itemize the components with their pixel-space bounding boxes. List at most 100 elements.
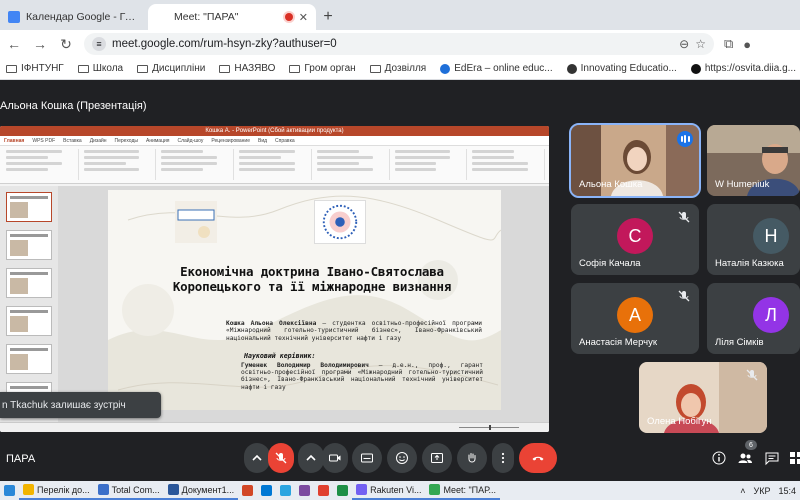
bookmark-item[interactable]: ІФНТУНГ	[6, 63, 64, 74]
participant-tile[interactable]: Альона Кошка	[569, 123, 701, 198]
participant-avatar: А	[617, 297, 653, 333]
ppt-ribbon-tab[interactable]: Рецензирование	[211, 138, 250, 144]
mic-off-icon	[678, 211, 690, 223]
ppt-ribbon-tab[interactable]: Переходы	[115, 138, 138, 144]
taskbar-app[interactable]: Total Com...	[93, 481, 164, 500]
mic-off-icon	[746, 369, 758, 381]
bookmark-item[interactable]: Дисципліни	[137, 63, 205, 74]
captions-icon	[361, 453, 373, 463]
taskbar-pinned-app[interactable]	[333, 481, 352, 500]
audio-options-button[interactable]	[244, 443, 270, 473]
taskbar-app-label: Rakuten Vi...	[370, 484, 422, 495]
clock[interactable]: 15:4	[778, 486, 796, 496]
ppt-ribbon-tab[interactable]: Справка	[275, 138, 295, 144]
reload-icon[interactable]: ↻	[58, 36, 74, 53]
ppt-ribbon-tab[interactable]: Дизайн	[90, 138, 107, 144]
ppt-ribbon-tab[interactable]: Вид	[258, 138, 267, 144]
slide-thumbnail[interactable]	[6, 344, 52, 374]
participant-tile[interactable]: С Софія Качала	[571, 204, 699, 275]
recording-indicator-icon	[284, 13, 293, 21]
bookmark-item[interactable]: НАЗЯВО	[219, 63, 275, 74]
bookmark-label: https://osvita.diia.g...	[704, 63, 796, 74]
taskbar-app[interactable]: Rakuten Vi...	[352, 481, 426, 500]
taskbar-pinned-app[interactable]	[276, 481, 295, 500]
site-info-icon[interactable]: ≡	[92, 37, 106, 51]
activities-icon[interactable]	[788, 450, 800, 466]
participant-tile[interactable]: Л Ліля Сімків	[707, 283, 800, 354]
ppt-body: Економічна доктрина Івано-Святослава Кор…	[0, 186, 549, 422]
folder-icon	[219, 64, 231, 73]
taskbar-app[interactable]: Перелік до...	[19, 481, 94, 500]
leave-call-button[interactable]	[519, 443, 557, 473]
new-tab-button[interactable]: +	[316, 4, 340, 30]
tourism-business-logo	[175, 201, 217, 243]
camera-icon	[329, 454, 341, 462]
shared-screen-presentation: Кошка А. - PowerPoint (Сбой активации пр…	[0, 126, 549, 432]
tab-google-calendar[interactable]: Календар Google - Графік пок	[0, 4, 148, 30]
taskbar-pinned-app[interactable]	[238, 481, 257, 500]
participant-tile[interactable]: Олена Нобігун	[639, 362, 767, 433]
chat-icon[interactable]	[764, 450, 780, 466]
start-button[interactable]	[0, 481, 19, 500]
ppt-ribbon-tab[interactable]: WPS PDF	[32, 138, 55, 144]
slide-thumbnail[interactable]	[6, 192, 52, 222]
current-slide: Економічна доктрина Івано-Святослава Кор…	[108, 190, 501, 410]
forward-icon[interactable]: →	[32, 36, 48, 52]
participant-tile[interactable]: Н Наталія Казюка	[707, 204, 800, 275]
ppt-ribbon-tab[interactable]: Главная	[4, 138, 24, 144]
participant-tile[interactable]: W Humeniuk	[707, 125, 800, 196]
slide-thumbnail[interactable]	[6, 268, 52, 298]
folder-icon	[369, 64, 381, 73]
more-options-button[interactable]	[492, 443, 514, 473]
slide-thumbnail[interactable]	[6, 306, 52, 336]
close-tab-icon[interactable]: ✕	[299, 11, 308, 24]
captions-button[interactable]	[352, 443, 382, 473]
bookmark-item[interactable]: Innovating Educatio...	[566, 63, 677, 74]
bookmark-item[interactable]: Школа	[77, 63, 123, 74]
camera-button[interactable]	[322, 443, 348, 473]
ppt-ribbon-tab[interactable]: Вставка	[63, 138, 82, 144]
slide-thumbnail[interactable]	[6, 230, 52, 260]
slide-supervisor: Гуменюк Володимир Володимирович – д.е.н.…	[241, 362, 483, 391]
language-indicator[interactable]: УКР	[754, 486, 771, 496]
bookmark-item[interactable]: EdEra – online educ...	[440, 63, 553, 74]
reactions-button[interactable]	[387, 443, 417, 473]
taskbar-app[interactable]: Meet: "ПАР...	[425, 481, 500, 500]
meeting-details-icon[interactable]	[711, 450, 727, 466]
address-bar[interactable]: ≡ meet.google.com/rum-hsyn-zky?authuser=…	[84, 33, 714, 55]
zoom-slider-handle[interactable]	[489, 425, 491, 430]
zoom-icon[interactable]: ⊖	[679, 37, 689, 51]
bookmark-label: ІФНТУНГ	[21, 63, 64, 74]
people-icon[interactable]	[737, 450, 753, 466]
taskbar-pinned-app[interactable]	[257, 481, 276, 500]
taskbar-pinned-app[interactable]	[314, 481, 333, 500]
avatar-initial: А	[628, 304, 641, 325]
screen: Календар Google - Графік пок Meet: "ПАРА…	[0, 0, 800, 500]
ribbon-group	[470, 149, 546, 180]
video-options-button[interactable]	[298, 443, 324, 473]
bookmark-label: EdEra – online educ...	[454, 63, 553, 74]
slide-author: Кошка Альона Олексіївна – студентка осві…	[226, 320, 482, 342]
microphone-button[interactable]	[268, 443, 294, 473]
ppt-ribbon-tab[interactable]: Анимация	[146, 138, 169, 144]
participant-tile[interactable]: А Анастасія Мерчук	[571, 283, 699, 354]
extensions-icon[interactable]: ⧉	[724, 36, 733, 52]
folder-icon	[137, 64, 149, 73]
meet-main: Альона Кошка (Презентація) Кошка А. - Po…	[0, 80, 800, 500]
chevron-up-icon[interactable]: ˄	[740, 486, 745, 496]
present-button[interactable]	[422, 443, 452, 473]
bookmark-item[interactable]: Гром орган	[289, 63, 356, 74]
url-text[interactable]: meet.google.com/rum-hsyn-zky?authuser=0	[112, 38, 673, 50]
taskbar-app[interactable]: Документ1...	[163, 481, 239, 500]
browser-tab-strip: Календар Google - Графік пок Meet: "ПАРА…	[0, 0, 800, 30]
bookmark-star-icon[interactable]: ☆	[695, 37, 706, 51]
app-icon	[167, 484, 179, 495]
profile-icon[interactable]: ●	[743, 37, 751, 52]
raise-hand-button[interactable]	[457, 443, 487, 473]
taskbar-pinned-app[interactable]	[295, 481, 314, 500]
bookmark-item[interactable]: https://osvita.diia.g...	[690, 63, 796, 74]
bookmark-item[interactable]: Дозвілля	[369, 63, 426, 74]
tab-meet[interactable]: Meet: "ПАРА" ✕	[148, 4, 316, 30]
back-icon[interactable]: ←	[6, 36, 22, 52]
ppt-ribbon-tab[interactable]: Слайд-шоу	[177, 138, 203, 144]
